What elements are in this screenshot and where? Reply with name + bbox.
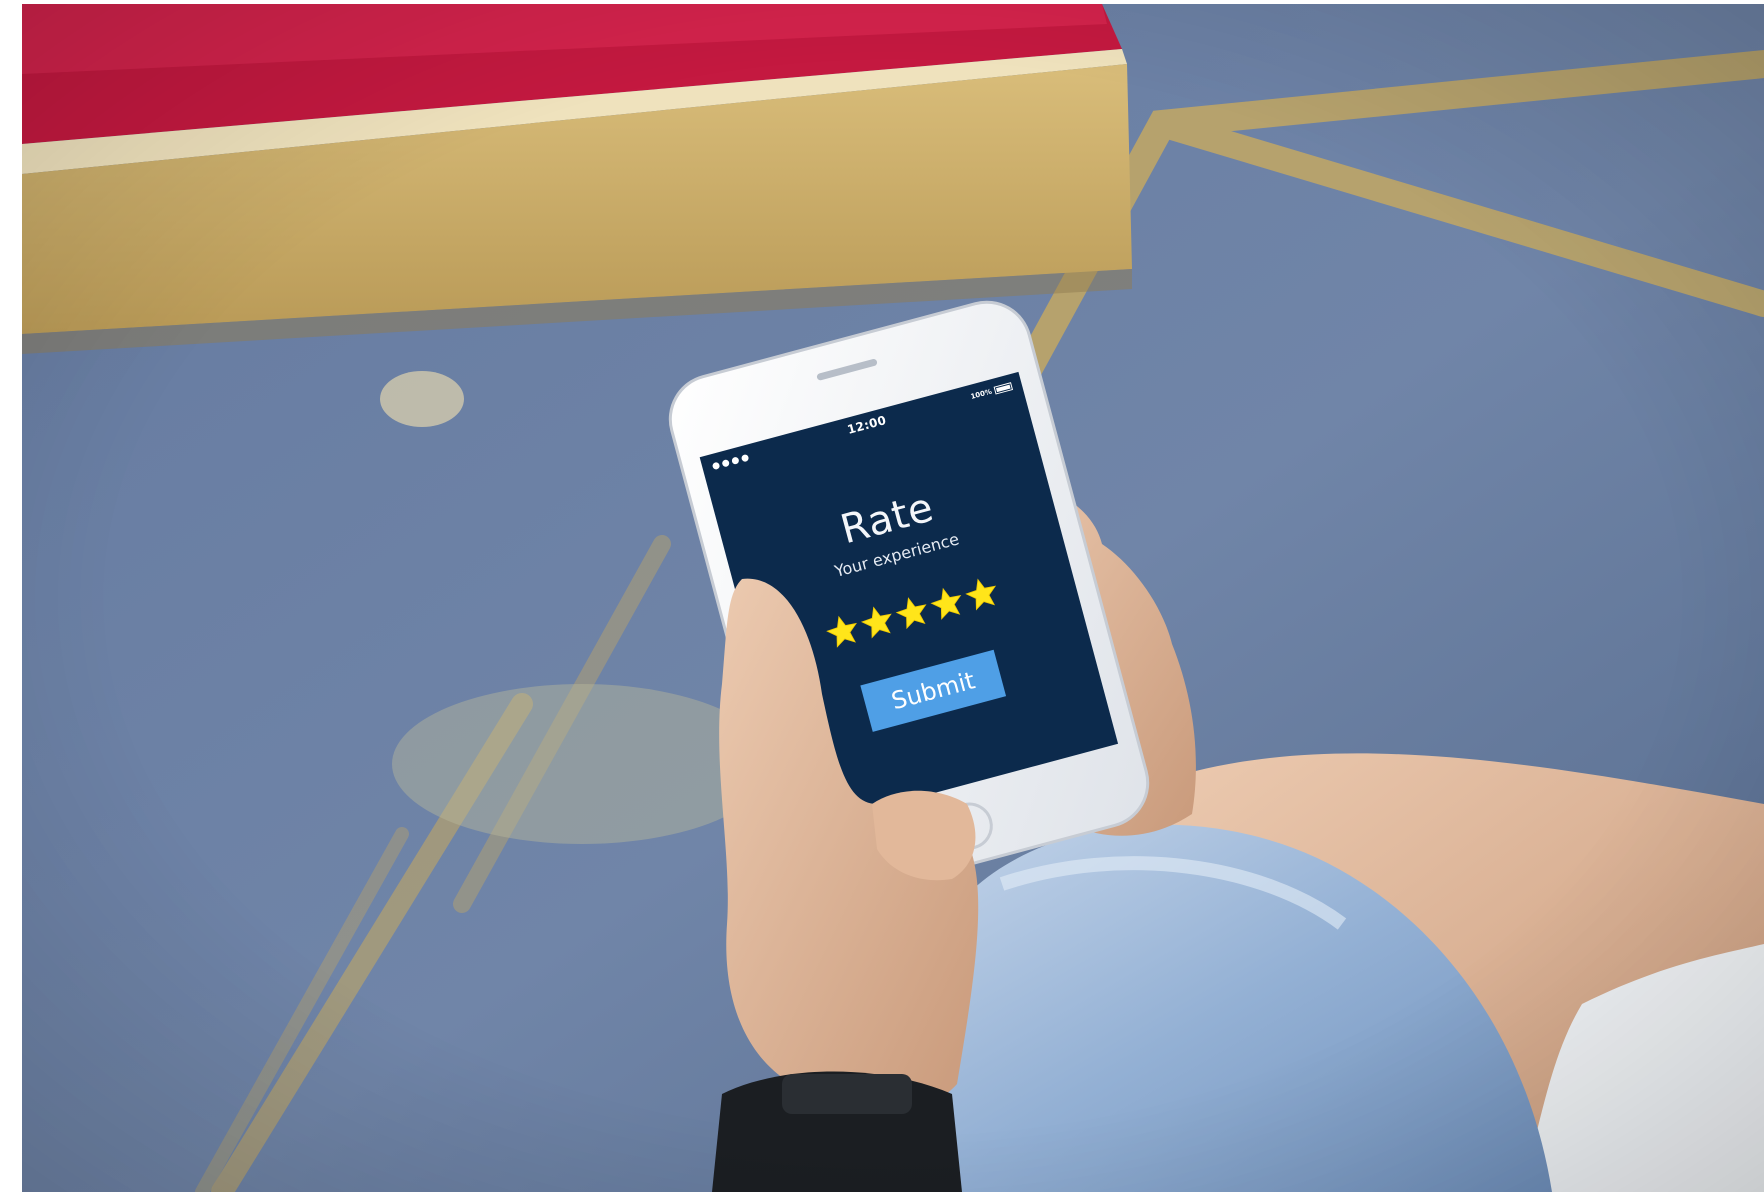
star-icon[interactable] xyxy=(891,592,933,634)
battery-icon xyxy=(993,382,1014,395)
photo: 12:00 100% Rate Your experience Submit xyxy=(22,4,1764,1192)
submit-button[interactable]: Submit xyxy=(860,649,1007,732)
star-icon[interactable] xyxy=(926,582,968,624)
star-icon[interactable] xyxy=(857,601,899,643)
battery-label: 100% xyxy=(969,387,993,401)
battery-status: 100% xyxy=(969,382,1014,401)
star-icon[interactable] xyxy=(961,573,1003,615)
status-time: 12:00 xyxy=(845,413,888,437)
signal-icon xyxy=(711,449,764,470)
star-icon[interactable] xyxy=(822,610,864,652)
